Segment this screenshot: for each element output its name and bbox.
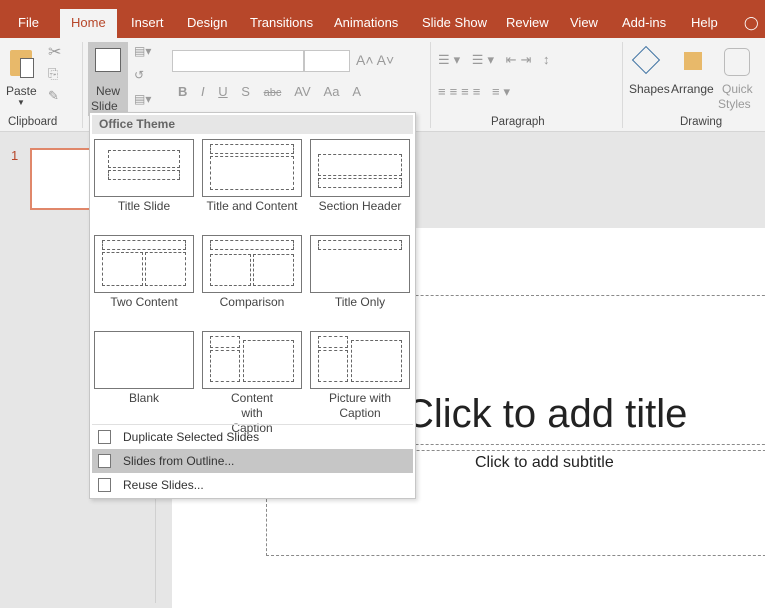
shadow-button[interactable]: S	[241, 84, 250, 99]
section-icon[interactable]: ▤▾	[134, 92, 151, 106]
shapes-label: Shapes	[629, 82, 670, 96]
font-name-select[interactable]	[172, 50, 304, 72]
group-label-drawing: Drawing	[680, 116, 723, 128]
arrange-button[interactable]: Arrange	[670, 44, 716, 114]
menu-item-label: Duplicate Selected Slides	[123, 430, 260, 444]
font-format-buttons: B I U S abc AV Aa A	[178, 84, 361, 99]
align-icons[interactable]: ≡≡≡≡ ≡▾	[438, 84, 514, 100]
format-painter-icon[interactable]: ✎	[48, 88, 59, 104]
layout-label: Comparison	[219, 295, 285, 309]
layout-section-header[interactable]	[310, 139, 410, 197]
outline-slides-icon	[98, 454, 111, 468]
new-slide-label-2: Slide	[91, 99, 118, 113]
layout-label: Title and Content	[206, 199, 298, 213]
shapes-icon	[631, 45, 661, 75]
reset-icon[interactable]: ↺	[134, 68, 144, 82]
reuse-slides-icon	[98, 478, 111, 492]
character-spacing-button[interactable]: AV	[294, 84, 310, 99]
tab-file[interactable]: File	[10, 9, 47, 38]
tab-slide-show[interactable]: Slide Show	[414, 9, 495, 38]
bullets-icon[interactable]: ☰▾ ☰▾ ⇤⇥ ↕	[438, 52, 553, 68]
quick-styles-icon	[724, 48, 750, 76]
tab-insert[interactable]: Insert	[123, 9, 172, 38]
layout-picture-with-caption[interactable]	[310, 331, 410, 389]
title-placeholder-text: Click to add title	[405, 392, 688, 436]
shapes-button[interactable]: Shapes	[628, 44, 670, 114]
quick-styles-button[interactable]: Quick Styles	[718, 44, 758, 114]
copy-icon[interactable]: ⎘	[48, 66, 58, 82]
layout-label: Two Content	[110, 295, 178, 309]
bold-button[interactable]: B	[178, 84, 187, 99]
tab-home[interactable]: Home	[60, 9, 117, 38]
menu-item-slides-from-outline[interactable]: Slides from Outline...	[92, 449, 413, 473]
ribbon-tabs: File Home Insert Design Transitions Anim…	[0, 0, 765, 38]
menu-item-label: Reuse Slides...	[123, 478, 204, 492]
new-slide-icon	[95, 48, 121, 72]
layout-label: Title Only	[334, 295, 386, 309]
italic-button[interactable]: I	[201, 84, 205, 99]
layout-title-and-content[interactable]	[202, 139, 302, 197]
layout-comparison[interactable]	[202, 235, 302, 293]
subtitle-placeholder-text: Click to add subtitle	[475, 454, 614, 471]
tab-add-ins[interactable]: Add-ins	[614, 9, 674, 38]
layout-icon[interactable]: ▤▾	[134, 44, 151, 58]
underline-button[interactable]: U	[218, 84, 227, 99]
group-label-clipboard: Clipboard	[8, 116, 58, 128]
group-label-paragraph: Paragraph	[491, 116, 545, 128]
tab-transitions[interactable]: Transitions	[242, 9, 321, 38]
tab-animations[interactable]: Animations	[326, 9, 406, 38]
menu-item-reuse-slides[interactable]: Reuse Slides...	[92, 473, 413, 497]
slide-number: 1	[11, 148, 19, 163]
layout-label: Title Slide	[117, 199, 171, 213]
styles-label: Styles	[718, 97, 751, 111]
strikethrough-button[interactable]: abc	[264, 87, 282, 99]
arrange-label: Arrange	[671, 82, 714, 96]
font-color-button[interactable]: A	[352, 84, 361, 99]
paste-label: Paste	[6, 84, 37, 98]
arrange-icon	[684, 52, 702, 70]
new-slide-dropdown: Office Theme Title Slide Title and Conte…	[89, 112, 416, 499]
font-size-increase-icon[interactable]: A˄ A˅	[356, 52, 394, 68]
tab-help[interactable]: Help	[683, 9, 726, 38]
tell-me-lightbulb-icon[interactable]: ◯	[736, 9, 765, 38]
duplicate-slides-icon	[98, 430, 111, 444]
layout-title-only[interactable]	[310, 235, 410, 293]
menu-item-label: Slides from Outline...	[123, 454, 235, 468]
menu-header: Office Theme	[92, 115, 413, 134]
layout-two-content[interactable]	[94, 235, 194, 293]
tab-design[interactable]: Design	[179, 9, 235, 38]
paste-button[interactable]: Paste ▼	[4, 42, 40, 112]
layout-label: Picture with Caption	[328, 391, 392, 420]
layout-blank[interactable]	[94, 331, 194, 389]
tab-view[interactable]: View	[562, 9, 606, 38]
layout-title-slide[interactable]	[94, 139, 194, 197]
layout-label: Blank	[128, 391, 160, 405]
font-size-select[interactable]	[304, 50, 350, 72]
layout-label: Section Header	[318, 199, 402, 213]
new-slide-label: New	[96, 84, 121, 98]
new-slide-button[interactable]: New Slide	[88, 42, 128, 116]
change-case-button[interactable]: Aa	[324, 84, 340, 99]
quick-label: Quick	[722, 82, 753, 96]
menu-item-duplicate-selected-slides[interactable]: Duplicate Selected Slides	[92, 425, 413, 449]
layout-content-with-caption[interactable]	[202, 331, 302, 389]
tab-review[interactable]: Review	[498, 9, 557, 38]
cut-icon[interactable]: ✂	[48, 42, 61, 62]
